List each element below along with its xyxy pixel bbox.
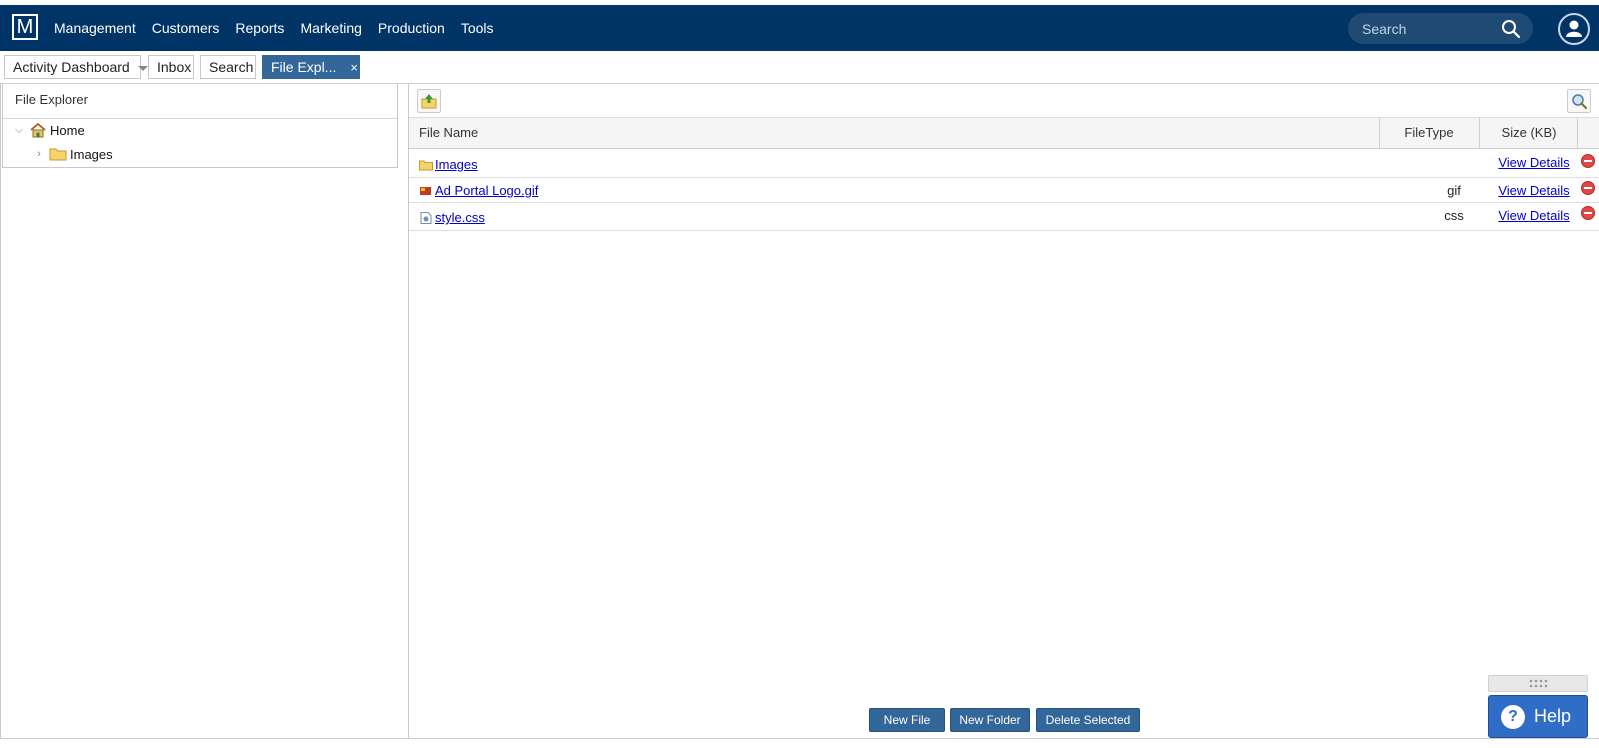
file-toolbar	[409, 84, 1599, 118]
view-details-link[interactable]: View Details	[1498, 183, 1569, 198]
search-input[interactable]	[1360, 19, 1500, 38]
help-button[interactable]: ? Help	[1488, 695, 1588, 738]
search-icon[interactable]	[1501, 19, 1521, 39]
upload-button[interactable]	[417, 89, 441, 113]
global-search	[1348, 13, 1533, 44]
grip-icon	[1529, 679, 1548, 688]
view-details-link[interactable]: View Details	[1498, 208, 1569, 223]
search-files-button[interactable]	[1567, 89, 1591, 113]
nav-tools[interactable]: Tools	[461, 20, 494, 36]
user-avatar-icon[interactable]	[1558, 13, 1590, 45]
folder-icon	[419, 160, 433, 170]
home-icon	[30, 122, 46, 138]
close-icon[interactable]: ×	[350, 60, 358, 75]
image-file-icon	[420, 186, 431, 195]
tree-node-label: Images	[70, 146, 113, 162]
question-icon: ?	[1501, 705, 1525, 729]
column-header-file-name[interactable]: File Name	[419, 118, 478, 148]
tab-bar: Activity Dashboard Inbox Search File Exp…	[0, 53, 1599, 83]
main-nav: Management Customers Reports Marketing P…	[54, 5, 510, 51]
column-header-file-type[interactable]: FileType	[1379, 118, 1479, 148]
delete-icon[interactable]	[1581, 154, 1595, 168]
nav-customers[interactable]: Customers	[152, 20, 220, 36]
file-grid-header: File Name FileType Size (KB)	[409, 118, 1599, 149]
help-drag-handle[interactable]	[1488, 675, 1588, 692]
file-type-cell: gif	[1447, 183, 1461, 198]
divider	[3, 118, 397, 119]
chevron-down-icon[interactable]	[137, 65, 148, 71]
column-header-size[interactable]: Size (KB)	[1479, 118, 1579, 148]
table-row[interactable]: style.css css View Details	[409, 203, 1599, 231]
delete-icon[interactable]	[1581, 181, 1595, 195]
folder-icon	[49, 148, 67, 161]
tab-inbox[interactable]: Inbox	[148, 55, 194, 79]
table-row[interactable]: Ad Portal Logo.gif gif View Details	[409, 178, 1599, 203]
tab-label: File Expl...	[271, 59, 337, 75]
nav-management[interactable]: Management	[54, 20, 136, 36]
tree-node-home[interactable]: ⌵ Home	[13, 122, 85, 138]
chevron-right-icon[interactable]: ›	[33, 148, 45, 160]
delete-icon[interactable]	[1581, 206, 1595, 220]
file-name-link[interactable]: Images	[435, 157, 478, 172]
divider	[0, 738, 1599, 739]
panel-title: File Explorer	[15, 92, 88, 107]
nav-reports[interactable]: Reports	[235, 20, 284, 36]
column-divider[interactable]	[1577, 118, 1578, 148]
file-name-link[interactable]: style.css	[435, 210, 485, 225]
divider	[0, 84, 1, 738]
view-details-link[interactable]: View Details	[1498, 155, 1569, 170]
new-folder-button[interactable]: New Folder	[950, 708, 1030, 732]
file-name-link[interactable]: Ad Portal Logo.gif	[435, 183, 538, 198]
table-row[interactable]: Images View Details	[409, 150, 1599, 178]
nav-marketing[interactable]: Marketing	[300, 20, 361, 36]
tab-label: Activity Dashboard	[13, 59, 130, 75]
tree-node-label: Home	[50, 122, 85, 138]
nav-production[interactable]: Production	[378, 20, 445, 36]
tab-file-explorer[interactable]: File Expl... ×	[262, 55, 360, 79]
tab-activity-dashboard[interactable]: Activity Dashboard	[4, 55, 148, 79]
chevron-down-icon[interactable]: ⌵	[13, 124, 25, 137]
magnifier-icon	[1572, 94, 1588, 110]
css-file-icon	[420, 211, 432, 224]
file-explorer-tree-panel: File Explorer ⌵ Home › Images	[2, 84, 398, 168]
upload-icon	[421, 94, 437, 109]
app-logo[interactable]: M	[12, 14, 38, 40]
delete-selected-button[interactable]: Delete Selected	[1036, 708, 1140, 732]
help-label: Help	[1534, 706, 1572, 726]
top-nav-bar: M Management Customers Reports Marketing…	[0, 5, 1599, 51]
tab-search[interactable]: Search	[200, 55, 256, 79]
tree-node-images[interactable]: › Images	[33, 146, 113, 162]
new-file-button[interactable]: New File	[869, 708, 945, 732]
file-type-cell: css	[1444, 208, 1464, 223]
